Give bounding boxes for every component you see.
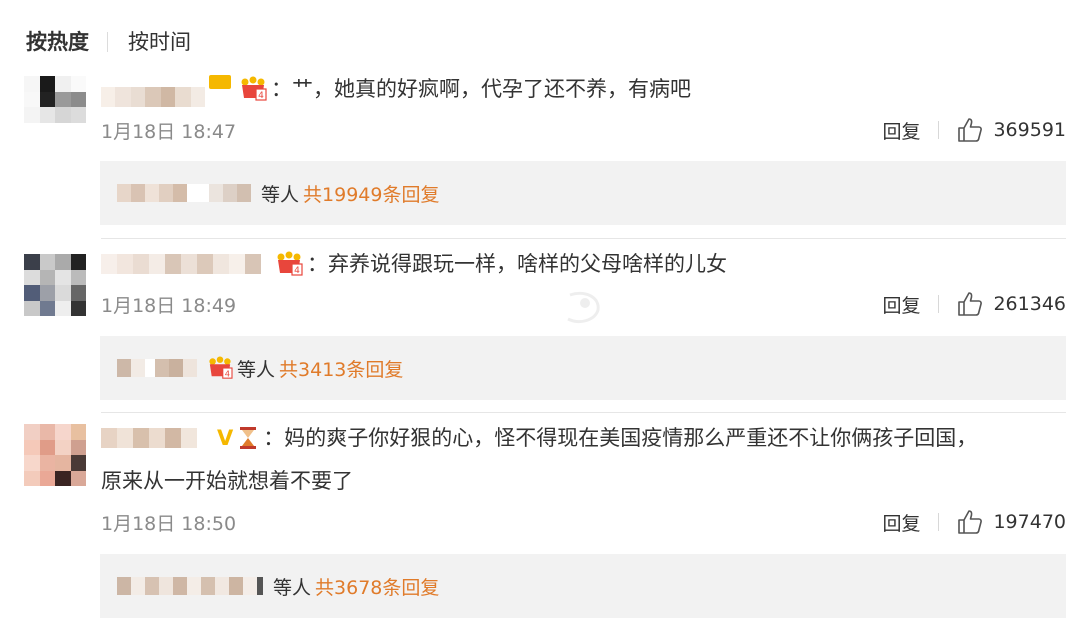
comment-time: 1月18日 18:50 [101, 512, 237, 535]
avatar[interactable] [24, 424, 86, 486]
thumbs-up-icon [958, 510, 983, 534]
reply-button[interactable]: 回复 [882, 291, 920, 318]
vip-tag-icon [209, 75, 231, 89]
comment-header: 4 ：弃养说得跟玩一样，啥样的父母啥样的儿女 [101, 246, 727, 282]
comment-actions: 回复 261346 [882, 291, 1066, 318]
sort-divider [107, 32, 108, 52]
comment-meta: 1月18日 18:49 回复 261346 [101, 290, 1066, 318]
view-replies-link[interactable]: 共3413条回复 [279, 355, 403, 382]
crown-badge-icon: 4 [207, 356, 233, 380]
sub-reply-suffix: 等人 [237, 358, 276, 381]
sort-by-time-tab[interactable]: 按时间 [128, 28, 191, 56]
reply-button[interactable]: 回复 [882, 117, 920, 144]
actions-divider [938, 295, 940, 313]
like-count: 369591 [993, 119, 1066, 141]
comment-text: ：弃养说得跟玩一样，啥样的父母啥样的儿女 [307, 252, 727, 276]
like-count: 261346 [993, 293, 1066, 315]
comment-time: 1月18日 18:49 [101, 294, 237, 317]
sub-reply-users [117, 359, 197, 377]
comment-meta: 1月18日 18:47 回复 369591 [101, 116, 1066, 144]
view-replies-link[interactable]: 共3678条回复 [315, 573, 439, 600]
sort-by-hot-tab[interactable]: 按热度 [26, 28, 89, 56]
comment-text-line2: 原来从一开始就想着不要了 [101, 469, 353, 493]
svg-text:4: 4 [258, 91, 264, 101]
sub-reply-users [117, 577, 263, 595]
hourglass-icon [237, 426, 259, 450]
like-button[interactable]: 197470 [957, 509, 1066, 535]
view-replies-link[interactable]: 共19949条回复 [303, 180, 439, 207]
comment-text: ：妈的爽子你好狠的心，怪不得现在美国疫情那么严重还不让你俩孩子回国， [263, 426, 978, 450]
like-count: 197470 [993, 511, 1066, 533]
like-button[interactable]: 369591 [957, 117, 1066, 143]
reply-button[interactable]: 回复 [882, 509, 920, 536]
svg-text:4: 4 [294, 266, 300, 276]
sub-reply-users [117, 184, 251, 202]
sort-tabs: 按热度 按时间 [26, 28, 191, 56]
username[interactable] [101, 254, 271, 274]
username[interactable] [101, 428, 207, 448]
sub-replies-box[interactable]: 等人 共19949条回复 [100, 161, 1066, 225]
verified-v-icon: V [217, 426, 234, 450]
sub-reply-suffix: 等人 [273, 576, 312, 599]
actions-divider [938, 121, 940, 139]
comment-time: 1月18日 18:47 [101, 120, 237, 143]
thumbs-up-icon [958, 292, 983, 316]
comment-text-continued: 原来从一开始就想着不要了 [101, 463, 353, 499]
sub-replies-box[interactable]: 等人 共3678条回复 [100, 554, 1066, 618]
sub-replies-box[interactable]: 4 等人 共3413条回复 [100, 336, 1066, 400]
actions-divider [938, 513, 940, 531]
avatar[interactable] [24, 254, 86, 316]
comment-header: 4 ：艹，她真的好疯啊，代孕了还不养，有病吧 [101, 71, 691, 107]
username[interactable] [101, 87, 205, 107]
crown-badge-icon: 4 [239, 76, 267, 102]
avatar[interactable] [24, 76, 86, 138]
sub-reply-suffix: 等人 [261, 183, 300, 206]
crown-badge-icon: 4 [275, 251, 303, 277]
comment-header: V ：妈的爽子你好狠的心，怪不得现在美国疫情那么严重还不让你俩孩子回国， [101, 420, 977, 456]
comment-text: ：艹，她真的好疯啊，代孕了还不养，有病吧 [271, 77, 691, 101]
comment-actions: 回复 369591 [882, 117, 1066, 144]
comment-divider [101, 238, 1066, 239]
comment-divider [101, 412, 1066, 413]
comment-actions: 回复 197470 [882, 509, 1066, 536]
like-button[interactable]: 261346 [957, 291, 1066, 317]
comment-meta: 1月18日 18:50 回复 197470 [101, 508, 1066, 536]
thumbs-up-icon [958, 118, 983, 142]
svg-text:4: 4 [225, 368, 230, 378]
